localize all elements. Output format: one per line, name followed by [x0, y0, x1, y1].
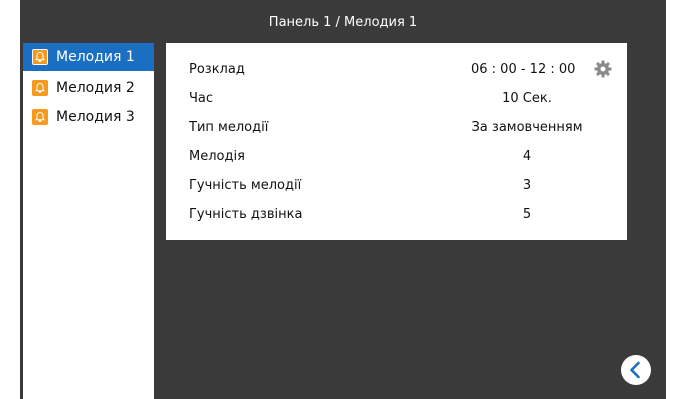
gear-icon[interactable] [593, 59, 613, 79]
row-label: Гучність мелодії [189, 178, 302, 193]
row-value: 10 Сек. [502, 91, 552, 106]
settings-row-melody-volume[interactable]: Гучність мелодії 3 [166, 171, 627, 200]
settings-row-melody[interactable]: Мелодія 4 [166, 142, 627, 171]
settings-panel: Розклад 06 : 00 - 12 : 00 Час 10 Сек. Ти… [166, 43, 627, 240]
row-value: 4 [522, 149, 532, 164]
row-value: 3 [522, 178, 532, 193]
row-value: 06 : 00 - 12 : 00 [471, 62, 576, 77]
row-value: 5 [522, 207, 532, 222]
row-label: Час [189, 91, 214, 106]
screen: Панель 1 / Мелодия 1 Мелодия 1 Мелодия 2… [20, 0, 666, 399]
sidebar: Мелодия 1 Мелодия 2 Мелодия 3 [23, 43, 154, 399]
sidebar-item-label: Мелодия 3 [56, 109, 135, 125]
bell-icon [32, 49, 48, 65]
row-value: За замовченням [471, 120, 583, 135]
row-label: Гучність дзвінка [189, 207, 303, 222]
settings-row-time[interactable]: Час 10 Сек. [166, 84, 627, 113]
sidebar-item-label: Мелодия 1 [56, 49, 135, 65]
row-label: Розклад [189, 62, 245, 77]
row-label: Тип мелодії [189, 120, 269, 135]
sidebar-item-melody-1[interactable]: Мелодия 1 [23, 43, 154, 71]
bell-icon [32, 109, 48, 125]
sidebar-item-melody-3[interactable]: Мелодия 3 [23, 103, 154, 131]
settings-row-call-volume[interactable]: Гучність дзвінка 5 [166, 200, 627, 229]
settings-row-melody-type[interactable]: Тип мелодії За замовченням [166, 113, 627, 142]
back-button[interactable] [621, 355, 651, 385]
bell-icon [32, 80, 48, 96]
settings-row-schedule[interactable]: Розклад 06 : 00 - 12 : 00 [166, 55, 627, 84]
row-label: Мелодія [189, 149, 245, 164]
sidebar-item-melody-2[interactable]: Мелодия 2 [23, 74, 154, 102]
sidebar-item-label: Мелодия 2 [56, 80, 135, 96]
page-title: Панель 1 / Мелодия 1 [268, 15, 418, 30]
back-arrow-icon [630, 361, 640, 379]
